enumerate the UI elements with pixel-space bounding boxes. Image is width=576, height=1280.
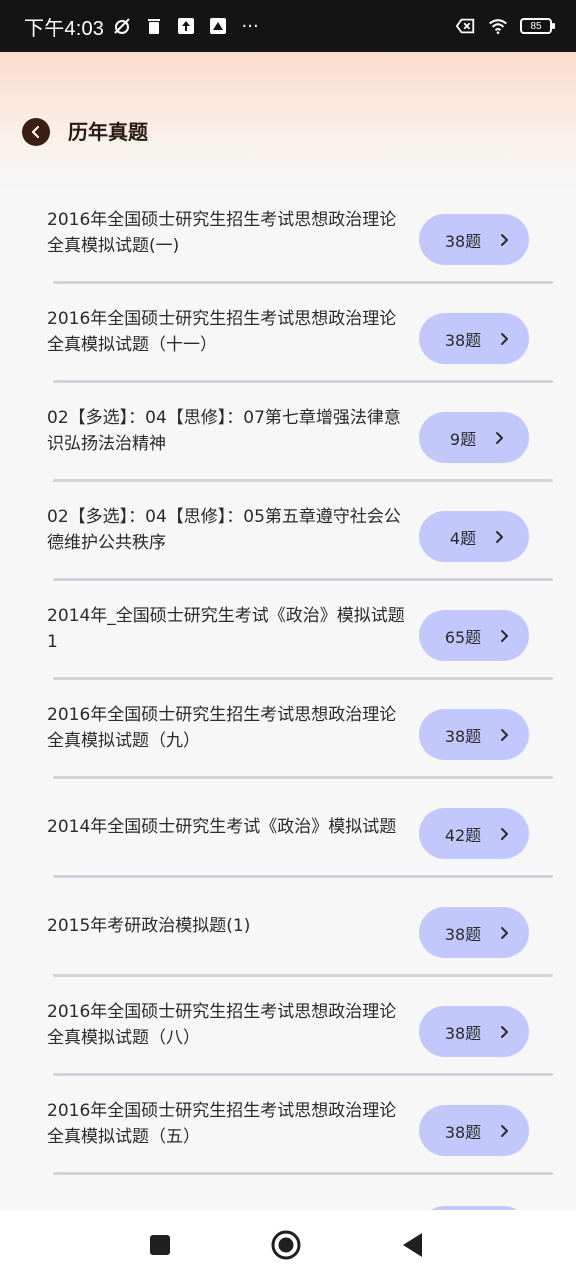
question-count-label: 38题 (444, 924, 482, 944)
question-count-button[interactable]: 9题 (419, 412, 529, 463)
exam-title-text: 2016年全国硕士研究生招生考试思想政治理论全真模拟试题（五） (47, 1101, 397, 1147)
question-count-label: 9题 (449, 429, 477, 449)
exam-title: 2016年全国硕士研究生招生考试思想政治理论全真模拟试题（八） (47, 984, 411, 1066)
exam-title: 2014年全国硕士研究生考试《政治》模拟试题 (47, 786, 411, 868)
map-icon (208, 16, 228, 36)
header: 历年真题 (0, 52, 576, 192)
chevron-right-icon (501, 926, 509, 939)
exam-title-text: 2014年全国硕士研究生考试《政治》模拟试题 (47, 817, 397, 837)
chevron-right-icon (496, 431, 504, 444)
back-triangle-icon (403, 1233, 422, 1257)
home-circle-icon (271, 1230, 301, 1260)
exam-title-text: 02【多选】：04【思修】：07第七章增强法律意识弘扬法治精神 (47, 408, 401, 454)
status-system-icons: 85 (456, 16, 555, 36)
recents-square-icon (150, 1235, 170, 1255)
divider (53, 1073, 553, 1076)
question-count-button[interactable]: 38题 (419, 1006, 529, 1057)
list-item[interactable]: 02【多选】：04【思修】：05第五章遵守社会公德维护公共秩序 4题 (0, 489, 576, 588)
question-count-button[interactable]: 38题 (419, 1105, 529, 1156)
back-button[interactable] (22, 118, 50, 146)
exam-title-text: 2015年考研政治模拟题(1) (47, 916, 251, 936)
divider (53, 380, 553, 383)
question-count-button[interactable]: 38题 (419, 214, 529, 265)
system-navigation-bar (0, 1210, 576, 1280)
exam-title-text: 2016年全国硕士研究生招生考试思想政治理论全真模拟试题(一) (47, 210, 397, 256)
exam-title: 2016年全国硕士研究生招生考试思想政治理论全真模拟试题（五） (47, 1083, 411, 1165)
exam-title-text: 2016年全国硕士研究生招生考试思想政治理论全真模拟试题（十一） (47, 309, 397, 355)
list-item[interactable]: 2016年全国硕士研究生招生考试思想政治理论全真模拟试题（九） 38题 (0, 687, 576, 786)
list-item[interactable]: 2016年全国硕士研究生招生考试思想政治理论全真模拟试题（五） 38题 (0, 1083, 576, 1182)
question-count-label: 38题 (444, 726, 482, 746)
question-count-button[interactable]: 38题 (419, 907, 529, 958)
upload-icon (176, 16, 196, 36)
divider (53, 479, 553, 482)
divider (53, 578, 553, 581)
chevron-right-icon (501, 629, 509, 642)
home-button[interactable] (269, 1228, 303, 1262)
exam-title: 02【多选】：04【思修】：07第七章增强法律意识弘扬法治精神 (47, 390, 411, 472)
list-item[interactable]: 2016年全国硕士研究生招生考试思想政治理论全真模拟试题(一) 38题 (0, 192, 576, 291)
nav-back-button[interactable] (395, 1228, 429, 1262)
question-count-label: 38题 (444, 231, 482, 251)
exam-title: 2016年全国硕士研究生招生考试思想政治理论全真模拟试题(一) (47, 192, 411, 274)
question-count-button[interactable]: 38题 (419, 313, 529, 364)
exam-title-text: 2016年全国硕士研究生招生考试思想政治理论全真模拟试题（八） (47, 1002, 397, 1048)
trash-icon (144, 16, 164, 36)
list-item[interactable]: 2014年全国硕士研究生考试《政治》模拟试题 42题 (0, 786, 576, 885)
page-title: 历年真题 (68, 120, 148, 144)
chevron-left-icon (32, 126, 39, 138)
exam-title-text: 02【多选】：04【思修】：05第五章遵守社会公德维护公共秩序 (47, 507, 401, 553)
question-count-button[interactable]: 65题 (419, 610, 529, 661)
list-item[interactable]: 2015年考研政治模拟题(1) 38题 (0, 885, 576, 984)
battery-indicator: 85 (520, 18, 555, 34)
exam-title-text: 2014年_全国硕士研究生考试《政治》模拟试题1 (47, 606, 405, 652)
question-count-label: 38题 (444, 1122, 482, 1142)
divider (53, 281, 553, 284)
question-count-button[interactable]: 4题 (419, 511, 529, 562)
divider (53, 974, 553, 977)
list-item[interactable]: 2014年_全国硕士研究生考试《政治》模拟试题1 65题 (0, 588, 576, 687)
divider (53, 677, 553, 680)
chevron-right-icon (501, 728, 509, 741)
chevron-right-icon (496, 530, 504, 543)
list-item[interactable]: 02【多选】：04【思修】：07第七章增强法律意识弘扬法治精神 9题 (0, 390, 576, 489)
chevron-right-icon (501, 1124, 509, 1137)
alarm-off-icon (112, 16, 132, 36)
exam-title: 2015年考研政治模拟题(1) (47, 885, 411, 967)
question-count-label: 38题 (444, 1023, 482, 1043)
list-item[interactable]: 2016年全国硕士研究生招生考试思想政治理论全真模拟试题（八） 38题 (0, 984, 576, 1083)
list-item[interactable]: 2016年全国硕士研究生招生考试思想政治理论全真模拟试题（十一） 38题 (0, 291, 576, 390)
divider (53, 875, 553, 878)
divider (53, 776, 553, 779)
status-notification-icons: ··· (112, 15, 260, 37)
chevron-right-icon (501, 827, 509, 840)
sim-off-icon (456, 16, 476, 36)
exam-title: 2016年全国硕士研究生招生考试思想政治理论全真模拟试题（九） (47, 687, 411, 769)
chevron-right-icon (501, 332, 509, 345)
wifi-icon (488, 16, 508, 36)
divider (53, 1172, 553, 1175)
exam-title-text: 2016年全国硕士研究生招生考试思想政治理论全真模拟试题（九） (47, 705, 397, 751)
exam-title: 2014年_全国硕士研究生考试《政治》模拟试题1 (47, 588, 411, 670)
exam-title: 02【多选】：04【思修】：05第五章遵守社会公德维护公共秩序 (47, 489, 411, 571)
recents-button[interactable] (143, 1228, 177, 1262)
question-count-button[interactable]: 38题 (419, 709, 529, 760)
status-bar: 下午4:03 ··· 85 (0, 0, 576, 52)
question-count-label: 42题 (444, 825, 482, 845)
chevron-right-icon (501, 1025, 509, 1038)
question-count-label: 38题 (444, 330, 482, 350)
exam-title: 2016年全国硕士研究生招生考试思想政治理论全真模拟试题（十一） (47, 291, 411, 373)
chevron-right-icon (501, 233, 509, 246)
question-count-label: 4题 (449, 528, 477, 548)
question-count-button[interactable]: 42题 (419, 808, 529, 859)
exam-list: 2016年全国硕士研究生招生考试思想政治理论全真模拟试题(一) 38题 2016年全… (0, 192, 576, 1182)
question-count-label: 65题 (444, 627, 482, 647)
more-notifications-icon: ··· (241, 15, 259, 37)
status-time: 下午4:03 (24, 17, 105, 40)
